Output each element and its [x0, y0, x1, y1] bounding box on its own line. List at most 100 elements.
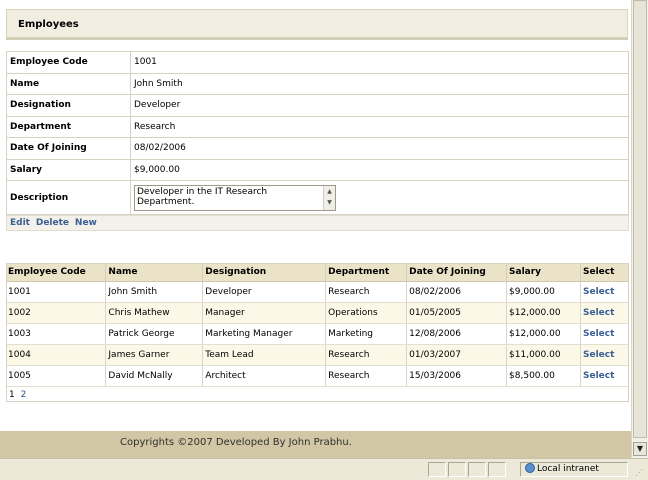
cell-date: 01/05/2005: [406, 302, 508, 324]
detail-row-date: Date Of Joining 08/02/2006: [6, 137, 629, 160]
new-link[interactable]: New: [75, 218, 97, 228]
table-row: 1005 David McNally Architect Research 15…: [6, 365, 630, 387]
cell-designation: Architect: [202, 365, 327, 387]
scroll-down-icon[interactable]: ▼: [324, 197, 335, 208]
column-header[interactable]: Select: [580, 263, 630, 282]
select-link[interactable]: Select: [583, 329, 614, 339]
cell-select: Select: [580, 323, 630, 345]
cell-designation: Marketing Manager: [202, 323, 327, 345]
textarea-scrollbar[interactable]: ▲ ▼: [323, 185, 335, 210]
top-strip: [0, 0, 631, 9]
cell-salary: $8,500.00: [506, 365, 581, 387]
page-link[interactable]: 2: [21, 390, 27, 400]
select-link[interactable]: Select: [583, 371, 614, 381]
scrollbar-thumb[interactable]: [633, 0, 647, 438]
status-pane: [488, 462, 506, 477]
column-header[interactable]: Salary: [506, 263, 581, 282]
column-header[interactable]: Department: [325, 263, 408, 282]
column-header[interactable]: Employee Code: [6, 263, 107, 282]
page-footer: Copyrights ©2007 Developed By John Prabh…: [0, 431, 631, 458]
cell-name: David McNally: [105, 365, 204, 387]
table-row: 1001 John Smith Developer Research 08/02…: [6, 281, 630, 303]
cell-name: John Smith: [105, 281, 204, 303]
detail-label: Salary: [6, 158, 131, 181]
detail-value: $9,000.00: [130, 158, 629, 181]
cell-date: 08/02/2006: [406, 281, 508, 303]
status-bar: Local intranet ⋰: [0, 458, 648, 480]
delete-link[interactable]: Delete: [36, 218, 69, 228]
cell-select: Select: [580, 281, 630, 303]
detail-value: Research: [130, 115, 629, 138]
detail-label: Employee Code: [6, 51, 131, 74]
vertical-scrollbar[interactable]: ▼: [631, 0, 648, 458]
cell-select: Select: [580, 302, 630, 324]
page-header: Employees: [6, 9, 628, 40]
zone-label: Local intranet: [537, 464, 599, 474]
table-row: 1003 Patrick George Marketing Manager Ma…: [6, 323, 630, 345]
detail-value: John Smith: [130, 72, 629, 95]
scroll-down-arrow-icon[interactable]: ▼: [633, 442, 647, 456]
detail-value: Developer: [130, 94, 629, 117]
description-textarea[interactable]: Developer in the IT Research Department.…: [134, 184, 336, 211]
security-zone[interactable]: Local intranet: [520, 462, 628, 477]
status-pane: [448, 462, 466, 477]
detail-row-department: Department Research: [6, 115, 629, 138]
grid-header-row: Employee Code Name Designation Departmen…: [6, 263, 630, 282]
cell-salary: $11,000.00: [506, 344, 581, 366]
resize-grip-icon[interactable]: ⋰: [635, 468, 645, 478]
detail-label: Date Of Joining: [6, 137, 131, 160]
select-link[interactable]: Select: [583, 350, 614, 360]
table-row: 1002 Chris Mathew Manager Operations 01/…: [6, 302, 630, 324]
cell-department: Research: [325, 365, 408, 387]
cell-select: Select: [580, 344, 630, 366]
detail-value: Developer in the IT Research Department.…: [130, 180, 629, 215]
cell-designation: Developer: [202, 281, 327, 303]
status-pane: [428, 462, 446, 477]
employee-details-table: Employee Code 1001 Name John Smith Desig…: [6, 51, 629, 215]
detail-label: Department: [6, 115, 131, 138]
edit-link[interactable]: Edit: [10, 218, 30, 228]
cell-designation: Team Lead: [202, 344, 327, 366]
cell-salary: $12,000.00: [506, 323, 581, 345]
cell-designation: Manager: [202, 302, 327, 324]
detail-value: 08/02/2006: [130, 137, 629, 160]
detail-row-salary: Salary $9,000.00: [6, 158, 629, 181]
cell-date: 01/03/2007: [406, 344, 508, 366]
browser-viewport: Employees Employee Code 1001 Name John S…: [0, 0, 631, 458]
detail-label: Name: [6, 72, 131, 95]
column-header[interactable]: Designation: [202, 263, 327, 282]
cell-select: Select: [580, 365, 630, 387]
status-pane: [468, 462, 486, 477]
page-title: Employees: [18, 19, 79, 30]
select-link[interactable]: Select: [583, 308, 614, 318]
cell-department: Marketing: [325, 323, 408, 345]
cell-date: 15/03/2006: [406, 365, 508, 387]
cell-name: James Garner: [105, 344, 204, 366]
cell-department: Operations: [325, 302, 408, 324]
cell-name: Chris Mathew: [105, 302, 204, 324]
description-text: Developer in the IT Research Department.: [137, 186, 268, 207]
select-link[interactable]: Select: [583, 287, 614, 297]
column-header[interactable]: Name: [105, 263, 204, 282]
cell-salary: $9,000.00: [506, 281, 581, 303]
cell-name: Patrick George: [105, 323, 204, 345]
footer-copyright: Copyrights ©2007 Developed By John Prabh…: [120, 437, 352, 448]
detail-row-designation: Designation Developer: [6, 94, 629, 117]
cell-code: 1002: [6, 302, 107, 324]
globe-icon: [525, 463, 535, 473]
pager: 1 2: [9, 390, 29, 400]
detail-row-code: Employee Code 1001: [6, 51, 629, 74]
cell-department: Research: [325, 344, 408, 366]
cell-code: 1003: [6, 323, 107, 345]
cell-department: Research: [325, 281, 408, 303]
detail-label: Designation: [6, 94, 131, 117]
detail-value: 1001: [130, 51, 629, 74]
action-bar: Edit Delete New: [6, 215, 629, 231]
table-row: 1004 James Garner Team Lead Research 01/…: [6, 344, 630, 366]
scroll-up-icon[interactable]: ▲: [324, 186, 335, 197]
cell-code: 1005: [6, 365, 107, 387]
page-link-current: 1: [9, 390, 15, 400]
detail-row-name: Name John Smith: [6, 72, 629, 95]
column-header[interactable]: Date Of Joining: [406, 263, 508, 282]
cell-code: 1001: [6, 281, 107, 303]
